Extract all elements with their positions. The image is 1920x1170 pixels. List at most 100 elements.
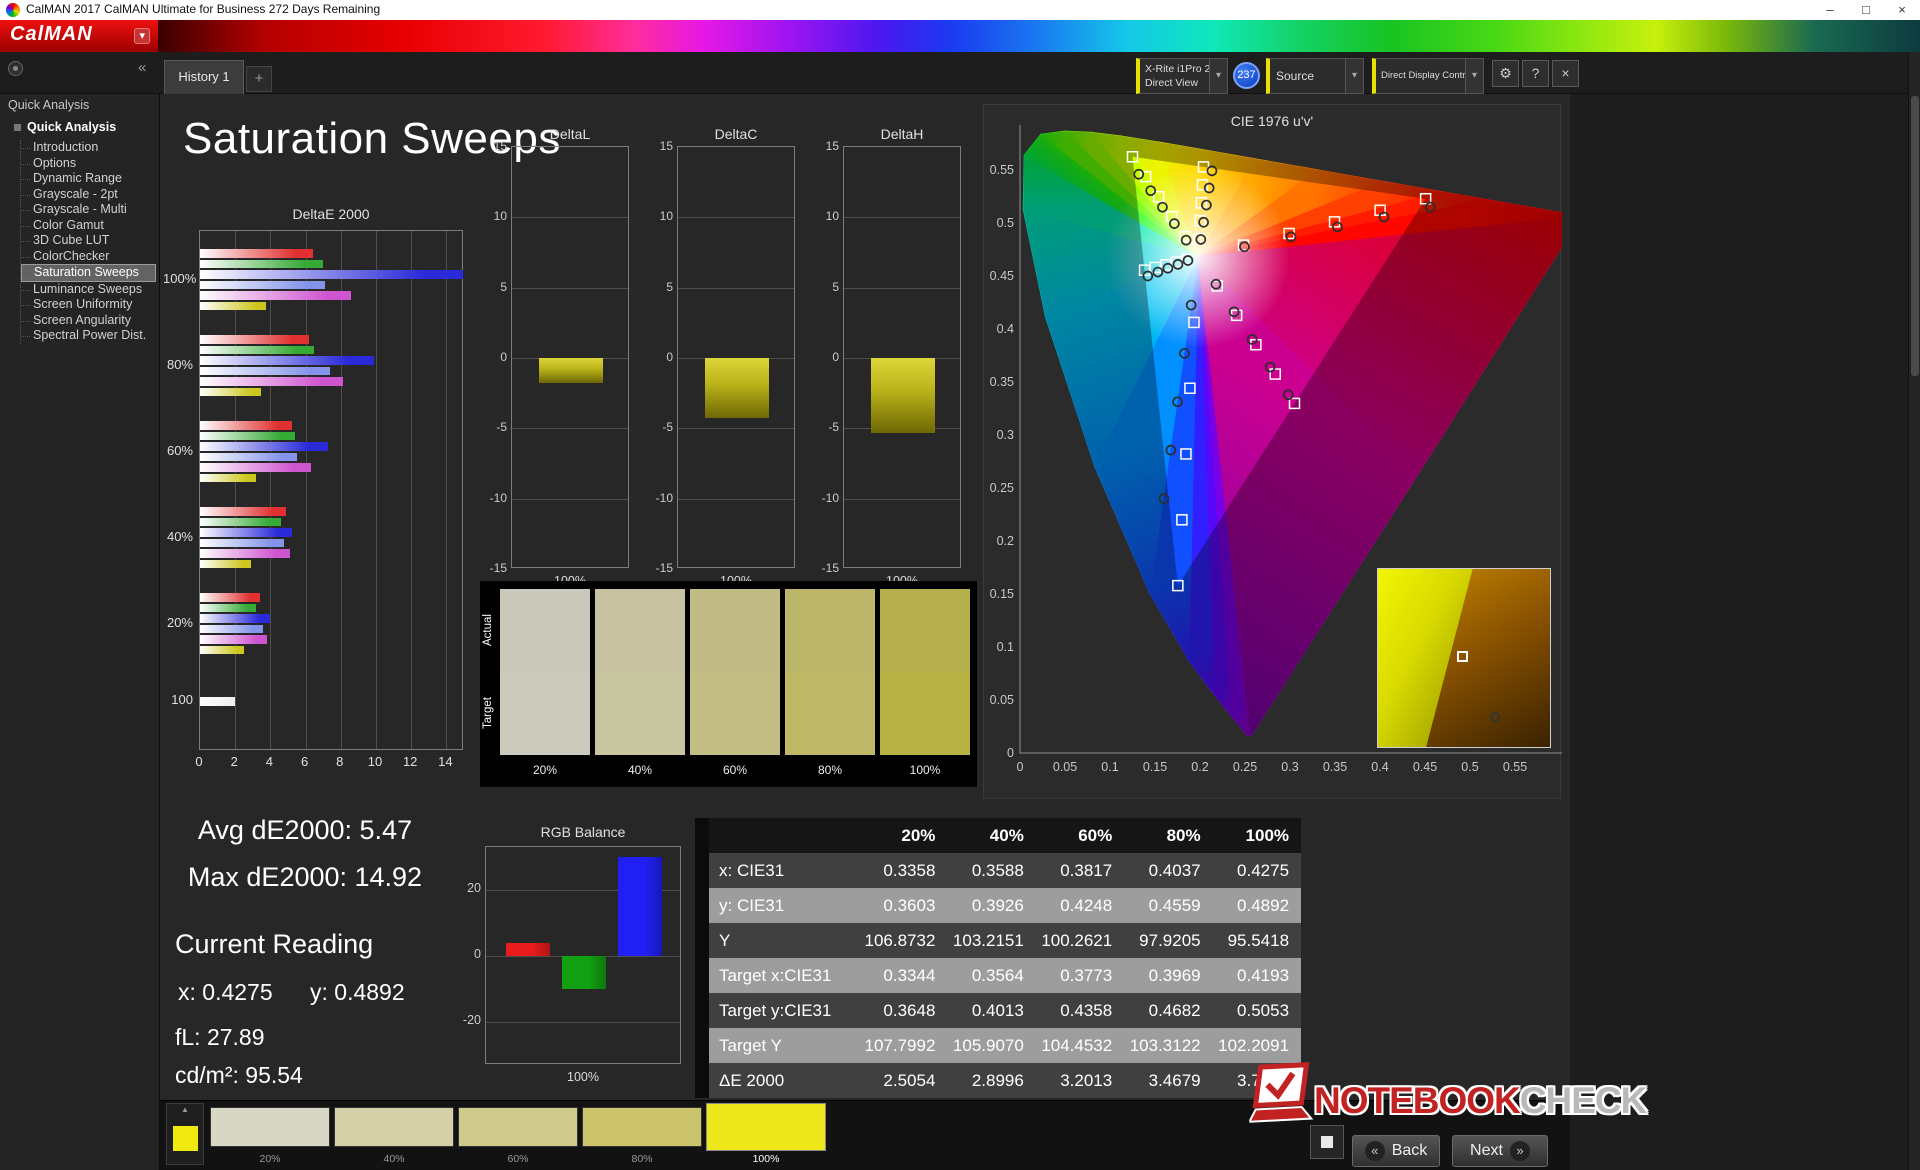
sidebar: Quick Analysis Quick Analysis Introducti… (0, 94, 160, 1170)
sidebar-item-grayscale-2pt[interactable]: Grayscale - 2pt (21, 187, 156, 203)
x-axis-tick-label: 2 (230, 754, 238, 769)
deltae-bar (200, 603, 257, 612)
swatch-level-label: 40% (627, 763, 653, 777)
laptop-check-icon (1247, 1062, 1314, 1123)
add-tab-button[interactable]: + (246, 66, 272, 92)
saturation-level-swatch-100[interactable] (706, 1103, 826, 1151)
table-cell: 2.5054 (883, 1071, 936, 1090)
gridline (512, 428, 628, 430)
collapse-up-icon[interactable]: ▲ (167, 1105, 203, 1114)
gridline (844, 287, 960, 289)
table-cell: 0.4682 (1148, 1001, 1201, 1020)
deltae-bar (200, 291, 352, 300)
gridline (678, 217, 794, 219)
source-dropdown[interactable]: Source ▾ (1266, 58, 1364, 94)
current-reading-title: Current Reading (175, 929, 374, 959)
actual-swatch (785, 589, 875, 672)
avg-de2000-reading: Avg dE2000: 5.47 (197, 815, 413, 845)
column-header: 40% (989, 826, 1024, 845)
help-icon[interactable]: ? (1522, 60, 1549, 87)
maximize-icon[interactable]: □ (1848, 0, 1884, 20)
sidebar-item-luminance-sweeps[interactable]: Luminance Sweeps (21, 282, 156, 298)
display-control-dropdown[interactable]: Direct Display Control ▾ (1372, 58, 1484, 94)
table-row: Target x:CIE31 0.3344 0.3564 0.3773 0.3969 0.… (695, 958, 1301, 993)
calman-logo[interactable]: CalMAN ▾ (0, 20, 158, 52)
deltae-bar (200, 697, 236, 706)
sidebar-item-color-gamut[interactable]: Color Gamut (21, 218, 156, 234)
meter-dropdown[interactable]: X-Rite i1Pro 2 Direct View ▾ (1136, 58, 1228, 94)
saturation-level-swatch-40[interactable] (334, 1107, 454, 1147)
gear-icon[interactable]: ⚙ (1492, 60, 1519, 87)
gridline (512, 498, 628, 500)
next-label: Next (1470, 1142, 1503, 1159)
window-title: CalMAN 2017 CalMAN Ultimate for Business… (26, 2, 381, 16)
chevron-down-icon[interactable]: ▾ (1465, 59, 1483, 93)
table-cell: 106.8732 (864, 931, 936, 950)
sidebar-item-saturation-sweeps[interactable]: Saturation Sweeps (21, 264, 156, 282)
sidebar-item-3d-cube-lut[interactable]: 3D Cube LUT (21, 233, 156, 249)
y-axis-tick-label: 15 (825, 139, 839, 153)
sidebar-item-dynamic-range[interactable]: Dynamic Range (21, 171, 156, 187)
meter-mode: Direct View (1145, 77, 1198, 89)
vertical-scrollbar[interactable] (1908, 52, 1920, 1170)
actual-target-swatch-panel: Actual Target 20% 40% 60% 80% 100% (480, 581, 977, 787)
table-cell: 105.9070 (952, 1036, 1024, 1055)
rgb-balance-plot-area (485, 846, 681, 1064)
back-label: Back (1391, 1142, 1428, 1159)
y-axis-tick-label: 0 (474, 947, 481, 961)
cie-zoom-inset (1377, 568, 1551, 748)
table-cell: 0.3603 (883, 896, 936, 915)
table-cell: 0.4193 (1237, 966, 1290, 985)
logo-menu-arrow-icon[interactable]: ▾ (134, 28, 150, 44)
deltae-bar (200, 528, 292, 537)
sidebar-item-colorchecker[interactable]: ColorChecker (21, 249, 156, 265)
actual-swatch (690, 589, 780, 672)
deltae-bar (200, 538, 285, 547)
saturation-level-swatch-60[interactable] (458, 1107, 578, 1147)
deltac-chart: DeltaC 100% 151050-5-10-15 (649, 126, 799, 596)
table-cell: 97.9205 (1139, 931, 1201, 950)
panel-close-icon[interactable]: × (1552, 60, 1579, 87)
x-axis-tick-label: 12 (402, 754, 418, 769)
sidebar-item-grayscale-multi[interactable]: Grayscale - Multi (21, 202, 156, 218)
y-axis-tick-label: -20 (462, 1013, 481, 1028)
deltal-plot-area (511, 146, 629, 568)
table-cell: 0.3358 (883, 861, 936, 880)
table-cell: 0.3773 (1060, 966, 1113, 985)
x-axis-tick-label: 4 (265, 754, 273, 769)
chevron-down-icon[interactable]: ▾ (1209, 59, 1227, 93)
table-cell: 103.2151 (952, 931, 1024, 950)
sidebar-item-screen-angularity[interactable]: Screen Angularity (21, 313, 156, 329)
deltae-bar (200, 387, 262, 396)
deltae-bar (200, 345, 315, 354)
scrollbar-thumb[interactable] (1911, 96, 1919, 376)
minimize-icon[interactable]: – (1812, 0, 1848, 20)
x-axis-tick-label: 0.3 (1281, 760, 1298, 774)
tab-history[interactable]: History 1 (164, 60, 244, 94)
row-label: y: CIE31 (719, 896, 785, 915)
sidebar-menu-icon[interactable] (8, 61, 23, 76)
saturation-level-swatch-80[interactable] (582, 1107, 702, 1147)
table-cell: 3.2013 (1060, 1071, 1113, 1090)
measurement-table: 20% 40% 60% 80% 100% x: CIE31 0.3358 0.3588 0.38… (695, 818, 1301, 1098)
x-axis-tick-label: 0.25 (1233, 760, 1257, 774)
deltae-bar (200, 280, 325, 289)
sidebar-collapse-icon[interactable]: « (138, 59, 146, 76)
chevron-down-icon[interactable]: ▾ (1345, 59, 1363, 93)
gridline (305, 231, 307, 749)
gridline (512, 287, 628, 289)
sidebar-item-spectral-power-dist-[interactable]: Spectral Power Dist. (21, 328, 156, 344)
table-cell: 100.2621 (1041, 931, 1113, 950)
swatch-strip-handle[interactable]: ▲ (166, 1103, 204, 1165)
sidebar-item-options[interactable]: Options (21, 156, 156, 172)
sidebar-root-node[interactable]: Quick Analysis (14, 120, 116, 134)
sidebar-item-screen-uniformity[interactable]: Screen Uniformity (21, 297, 156, 313)
saturation-level-swatch-20[interactable] (210, 1107, 330, 1147)
back-chevron-icon: « (1364, 1141, 1385, 1161)
deltah-chart: DeltaH 100% 151050-5-10-15 (815, 126, 965, 596)
sidebar-item-introduction[interactable]: Introduction (21, 140, 156, 156)
target-swatch (595, 672, 685, 755)
x-axis-tick-label: 0.4 (1371, 760, 1388, 774)
close-icon[interactable]: × (1884, 0, 1920, 20)
y-axis-tick-label: 0.05 (990, 693, 1014, 707)
